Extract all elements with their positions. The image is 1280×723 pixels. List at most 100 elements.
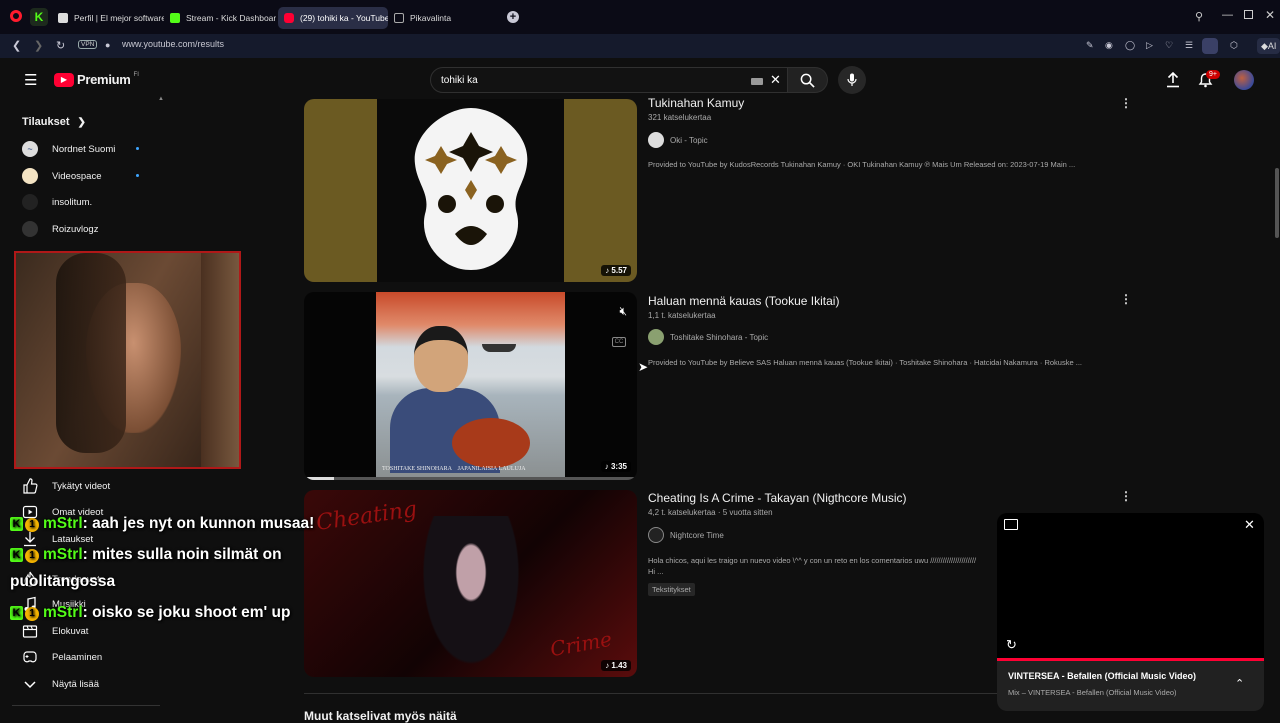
- youtube-header: ☰ ▶ Premium FI tohiki ka ✕ 9+: [0, 58, 1280, 102]
- upload-icon[interactable]: [1166, 72, 1180, 88]
- crime-script-text-shape-2: Crime: [548, 626, 614, 662]
- profile-icon[interactable]: [1202, 38, 1218, 54]
- channel-name: Oki - Topic: [670, 135, 708, 145]
- download-icon: [24, 532, 36, 547]
- webcam-hair-shape: [56, 253, 126, 453]
- menu-icon[interactable]: ☰: [1185, 40, 1193, 51]
- closed-captions-icon[interactable]: CC: [612, 337, 626, 347]
- sidebar-item-label: Roizuvlogz: [52, 223, 99, 235]
- sidebar-item-movies[interactable]: Elokuvat: [22, 621, 88, 641]
- film-icon: [22, 625, 38, 638]
- extensions-icon[interactable]: ⬡: [1230, 40, 1238, 51]
- sidebar-item-videospace[interactable]: Videospace: [22, 166, 142, 186]
- notification-count-badge: 9+: [1206, 70, 1220, 79]
- duration-text: 1.43: [611, 661, 627, 670]
- hover-progress-bar: [304, 477, 637, 480]
- grid-icon: [394, 13, 404, 23]
- mute-icon[interactable]: 🔇︎: [619, 304, 627, 319]
- account-avatar[interactable]: [1234, 70, 1254, 90]
- play-icon[interactable]: ▷: [1146, 40, 1153, 51]
- tab-label: Perfil | El mejor software p: [74, 13, 164, 23]
- tab-label: Stream - Kick Dashboard: [186, 13, 276, 23]
- channel-avatar: [648, 527, 664, 543]
- ai-label: AI: [1267, 41, 1277, 51]
- tab-youtube[interactable]: (29) tohiki ka - YouTube: [278, 7, 388, 29]
- chat-username: mStrl: [43, 604, 83, 621]
- heart-icon[interactable]: ♡: [1165, 40, 1173, 51]
- result-thumbnail-1[interactable]: ♪ 5.57: [304, 99, 637, 282]
- back-icon[interactable]: ❮: [12, 39, 21, 52]
- result-thumbnail-3[interactable]: Cheating Crime ♪ 1.43: [304, 490, 637, 677]
- sidebar-scroll-up-icon[interactable]: ▲: [158, 96, 164, 102]
- sidebar-item-label: Lataukset: [52, 533, 94, 545]
- vpn-badge[interactable]: VPN: [78, 40, 98, 49]
- chat-text: : mites sulla noin silmät on: [82, 546, 282, 563]
- search-input[interactable]: tohiki ka ✕: [430, 67, 788, 93]
- chat-message-1: K 1 mStrl: aah jes nyt on kunnon musaa!: [10, 515, 314, 533]
- more-actions-icon[interactable]: ⋮: [1120, 489, 1132, 503]
- voice-search-button[interactable]: [838, 66, 866, 94]
- crime-script-text-shape: Cheating: [314, 497, 419, 536]
- chat-message-2-continued: puolitangossa: [10, 573, 115, 591]
- result-title-2[interactable]: Haluan mennä kauas (Tookue Ikitai): [648, 294, 839, 308]
- result-channel-3[interactable]: Nightcore Time: [648, 527, 724, 543]
- result-channel-2[interactable]: Toshitake Shinohara - Topic: [648, 329, 768, 345]
- tab-label: Pikavalinta: [410, 13, 452, 23]
- tab-perfil[interactable]: Perfil | El mejor software p: [52, 7, 164, 29]
- sidebar-item-show-more[interactable]: Näytä lisää: [22, 674, 99, 694]
- search-button[interactable]: [788, 67, 828, 93]
- result-thumbnail-2[interactable]: TOSHITAKE SHINOHARA JAPANILAISIA LAULUJA…: [304, 292, 637, 480]
- url-field[interactable]: www.youtube.com/results: [122, 39, 224, 49]
- scrollbar-thumb[interactable]: [1275, 168, 1279, 238]
- sidebar-item-gaming[interactable]: Pelaaminen: [22, 647, 102, 667]
- close-window-icon[interactable]: ✕: [1265, 8, 1275, 22]
- sidebar-item-label: insolitum.: [52, 196, 93, 208]
- result-title-1[interactable]: Tukinahan Kamuy: [648, 96, 744, 110]
- keyboard-icon[interactable]: [751, 78, 763, 85]
- miniplayer[interactable]: ✕ ↻ VINTERSEA - Befallen (Official Music…: [997, 513, 1264, 711]
- sidebar-item-roizuvlogz[interactable]: Roizuvlogz: [22, 219, 98, 239]
- gamepad-icon: [23, 651, 37, 663]
- kick-app-icon[interactable]: K: [30, 8, 48, 26]
- new-tab-plus-icon[interactable]: +: [507, 11, 519, 23]
- shield-icon[interactable]: ◯: [1125, 40, 1135, 51]
- search-tabs-icon[interactable]: ⚲: [1195, 10, 1203, 23]
- logo-region: FI: [133, 72, 139, 78]
- sidebar-item-liked-videos[interactable]: Tykätyt videot: [22, 476, 110, 496]
- ai-button[interactable]: ◆AI: [1257, 38, 1280, 54]
- album-art-painting: TOSHITAKE SHINOHARA JAPANILAISIA LAULUJA: [376, 292, 565, 480]
- result-meta-2: 1,1 t. katselukertaa: [648, 311, 716, 320]
- tab-kick-dashboard[interactable]: Stream - Kick Dashboard: [164, 7, 276, 29]
- clear-search-icon[interactable]: ✕: [770, 72, 781, 88]
- minimize-icon[interactable]: —: [1222, 9, 1233, 21]
- logo-text: Premium: [77, 72, 131, 87]
- result-title-3[interactable]: Cheating Is A Crime - Takayan (Nigthcore…: [648, 491, 907, 505]
- sub-badge-icon: 1: [25, 607, 39, 621]
- sidebar-item-nordnet-suomi[interactable]: ~ Nordnet Suomi: [22, 139, 142, 159]
- youtube-favicon-icon: [284, 13, 294, 23]
- result-channel-1[interactable]: Oki - Topic: [648, 132, 708, 148]
- section-heading: Muut katselivat myös näitä: [304, 709, 457, 723]
- restore-icon[interactable]: [1244, 10, 1253, 19]
- tab-pikavalinta[interactable]: Pikavalinta: [388, 7, 488, 29]
- chevron-up-icon[interactable]: ⌃: [1235, 677, 1244, 690]
- more-actions-icon[interactable]: ⋮: [1120, 292, 1132, 306]
- reload-icon[interactable]: ↻: [56, 39, 65, 52]
- tab-label: (29) tohiki ka - YouTube: [300, 13, 388, 23]
- more-actions-icon[interactable]: ⋮: [1120, 96, 1132, 110]
- page-scrollbar[interactable]: [1274, 58, 1280, 720]
- expand-player-icon[interactable]: [1004, 519, 1018, 530]
- hamburger-menu-icon[interactable]: ☰: [24, 71, 37, 89]
- lock-icon: ●: [105, 40, 111, 50]
- miniplayer-info: VINTERSEA - Befallen (Official Music Vid…: [997, 661, 1264, 711]
- opera-icon[interactable]: [10, 10, 22, 22]
- close-miniplayer-icon[interactable]: ✕: [1244, 517, 1255, 533]
- guitar-shape: [452, 418, 530, 468]
- camera-icon[interactable]: ◉: [1105, 40, 1113, 51]
- subscriptions-heading[interactable]: Tilaukset ❯: [22, 116, 86, 128]
- forward-icon[interactable]: ❯: [34, 39, 43, 52]
- replay-icon[interactable]: ↻: [1006, 637, 1017, 653]
- edit-icon[interactable]: ✎: [1086, 40, 1094, 51]
- sidebar-item-insolitum[interactable]: insolitum.: [22, 192, 92, 212]
- youtube-premium-logo[interactable]: ▶ Premium FI: [54, 72, 139, 87]
